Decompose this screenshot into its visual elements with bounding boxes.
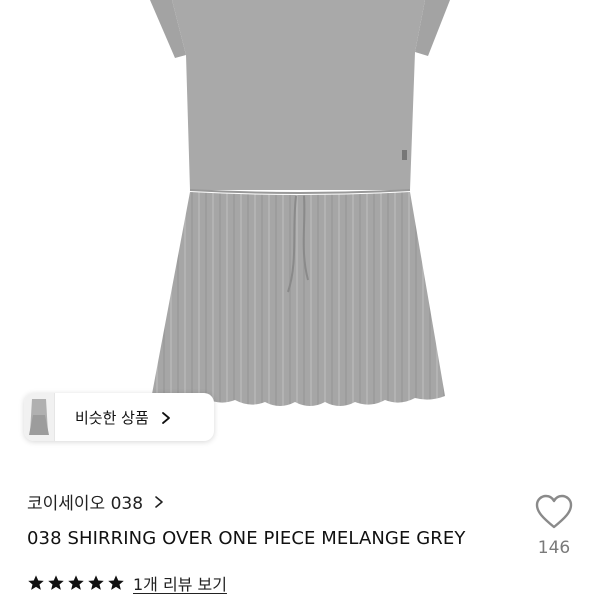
rating-stars [27, 574, 125, 592]
rating-row: 1개 리뷰 보기 [27, 570, 227, 596]
star-icon [68, 575, 84, 590]
product-title: 038 SHIRRING OVER ONE PIECE MELANGE GREY [27, 528, 466, 549]
brand-link[interactable]: 코이세이오 038 [27, 488, 165, 514]
like-count: 146 [537, 538, 571, 558]
heart-outline-icon [535, 494, 573, 529]
star-icon [108, 575, 124, 590]
chevron-right-icon [159, 410, 173, 424]
similar-products-button[interactable]: 비슷한 상품 [24, 393, 214, 441]
like-button[interactable]: 146 [528, 494, 580, 564]
similar-thumbnail [24, 393, 55, 441]
chevron-right-icon [153, 494, 165, 508]
review-link[interactable]: 1개 리뷰 보기 [133, 571, 227, 595]
star-icon [48, 575, 64, 590]
similar-products-label: 비슷한 상품 [75, 408, 149, 427]
brand-name: 코이세이오 038 [27, 493, 144, 514]
star-icon [28, 575, 44, 590]
star-icon [88, 575, 104, 590]
